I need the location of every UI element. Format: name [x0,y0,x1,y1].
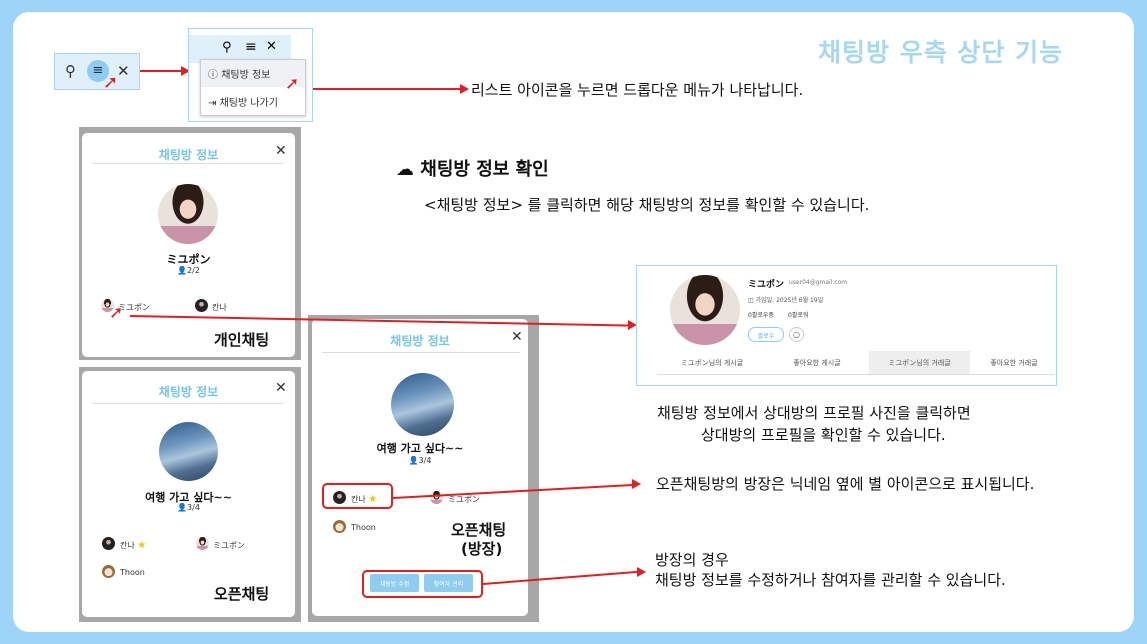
chat-toolbar: ⚲ ≡ ✕ ➚ [54,53,140,93]
modal-title: 채팅방 정보 [390,334,450,348]
personal-chat-label: 개인채팅 [214,331,270,349]
profile-preview: ミユポン user04@gmail.com ◫ 가입일: 2025년 6월 19… [636,265,1057,386]
profile-following: 0팔로워 [788,312,809,319]
star-icon: ★ [137,540,147,551]
profile-description-1: 채팅방 정보에서 상대방의 프로필 사진을 클릭하면 [657,404,971,422]
menu-item-label: 채팅방 정보 [221,70,271,81]
calendar-icon: ◫ [748,297,754,304]
close-icon[interactable]: ✕ [117,62,130,80]
modal-title: 채팅방 정보 [158,148,219,162]
profile-joined: ◫ 가입일: 2025년 6월 19일 [748,295,823,304]
open-chat-info-modal: 채팅방 정보 ✕ 여행 가고 싶다~~ 👤3/4 칸나 ★ ミユポン Thoon… [82,371,295,617]
open-chat-label: 오픈채팅 [214,585,270,603]
cloud-icon: ☁ [396,159,414,180]
profile-description-2: 상대방의 프로필을 확인할 수 있습니다. [701,426,946,444]
member-count-value: 2/2 [187,266,200,275]
divider [92,403,284,404]
chat-icon[interactable]: ○ [789,327,804,342]
chat-avatar [159,422,218,481]
member-count: 👤2/2 [177,266,200,275]
owner-highlight-box [322,483,393,509]
tab-divider [657,374,1055,375]
tab-liked-trades[interactable]: 좋아요한 거래글 [974,351,1054,375]
chat-name: ミユポン [166,253,211,266]
tab-my-posts[interactable]: ミユポン님의 게시글 [657,351,767,375]
owner-label: (방장) [461,540,503,558]
member-count-value: 3/4 [187,503,200,512]
section-title-text: 채팅방 정보 확인 [420,159,549,180]
cursor-icon: ➚ [109,303,124,323]
profile-name: ミユポン [748,280,785,290]
slide-title: 채팅방 우측 상단 기능 [818,38,1064,67]
close-icon: ✕ [266,39,277,54]
member-name: Thoon [120,568,145,577]
member-name: 칸나 [212,303,227,312]
divider [322,352,520,353]
member-count: 👤3/4 [408,456,432,465]
member-avatar[interactable] [102,565,115,578]
follow-button[interactable]: 팔로우 [748,327,784,342]
info-icon: ⓘ [208,70,218,81]
section-description: <채팅방 정보> 를 클릭하면 해당 채팅방의 정보를 확인할 수 있습니다. [424,196,870,214]
cursor-icon: ➚ [285,74,300,94]
divider [92,163,284,164]
member-avatar[interactable] [195,299,208,312]
chat-avatar [391,373,454,436]
close-icon[interactable]: ✕ [511,329,523,345]
close-icon[interactable]: ✕ [275,143,287,159]
search-icon[interactable]: ⚲ [65,62,76,80]
member-count-value: 3/4 [418,456,432,465]
menu-item-label: 채팅방 나가기 [219,98,278,109]
section-title: ☁ 채팅방 정보 확인 [396,155,549,181]
tab-my-trades[interactable]: ミユポン님의 거래글 [869,351,970,375]
search-icon: ⚲ [222,40,232,55]
avatar[interactable] [158,184,218,244]
close-icon[interactable]: ✕ [275,380,287,396]
tab-liked-posts[interactable]: 좋아요한 게시글 [767,351,867,375]
member-count: 👤3/4 [177,503,200,512]
modal-title: 채팅방 정보 [158,385,219,399]
member-avatar[interactable] [333,520,346,533]
exit-icon: ⇥ [208,98,217,109]
open-chat-label: 오픈채팅 [451,521,507,539]
chat-name: 여행 가고 싶다~~ [376,442,464,455]
dropdown-demo: ⚲ ≡ ✕ ⓘ 채팅방 정보 ⇥ 채팅방 나가기 ➚ [188,28,313,122]
member-name: ミユポン [213,541,245,550]
member-avatar[interactable] [102,537,115,550]
profile-avatar [670,275,740,345]
menu-list-icon: ≡ [245,39,257,55]
member-avatar[interactable] [196,537,209,550]
owner-description-1: 방장의 경우 [655,551,729,569]
member-name: Thoon [351,523,376,532]
star-description: 오픈채팅방의 방장은 닉네임 옆에 별 아이콘으로 표시됩니다. [656,475,1035,493]
dropdown-menu: ⓘ 채팅방 정보 ⇥ 채팅방 나가기 ➚ [200,59,306,116]
profile-follower: 0팔로우중 [748,312,774,319]
profile-email: user04@gmail.com [789,279,848,286]
profile-joined-text: 가입일: 2025년 6월 19일 [755,297,824,304]
member-avatar[interactable] [430,491,443,504]
personal-chat-info-modal: 채팅방 정보 ✕ ミユポン 👤2/2 ミユポン ➚ 칸나 개인채팅 [82,133,295,357]
buttons-highlight-box [362,570,483,598]
member-name: 칸나 ★ [120,540,146,551]
owner-description-2: 채팅방 정보를 수정하거나 참여자를 관리할 수 있습니다. [655,571,1006,589]
cursor-icon: ➚ [103,72,119,93]
member-name-text: 칸나 [120,541,135,550]
menu-description: 리스트 아이콘을 누르면 드롭다운 메뉴가 나타납니다. [471,81,804,99]
